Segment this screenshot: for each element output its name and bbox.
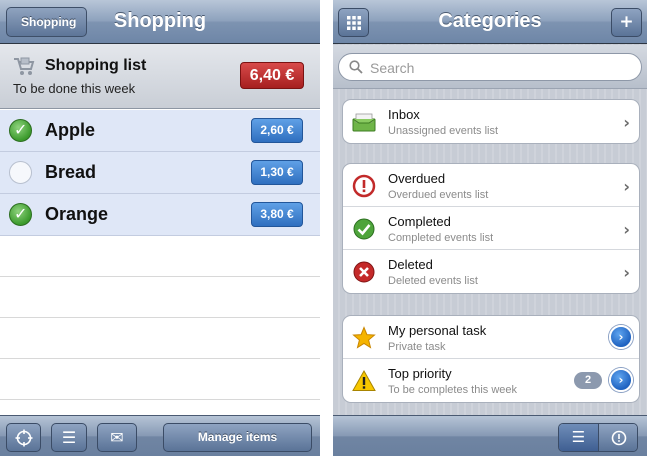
cart-icon — [14, 57, 35, 75]
item-name: Orange — [45, 204, 109, 224]
category-subtitle: Unassigned events list — [388, 125, 499, 137]
categories-screen: Categories + Inbox — [333, 0, 647, 456]
list-title: Shopping list — [45, 57, 147, 74]
checkmark-icon[interactable] — [9, 203, 32, 226]
overdue-icon — [352, 174, 376, 198]
shopping-screen: Shopping Shopping Shopping list To be do… — [0, 0, 320, 456]
price-badge: 1,30 € — [251, 160, 303, 185]
detail-disclosure-button[interactable]: › — [609, 368, 633, 392]
list-item[interactable]: Orange 3,80 € — [0, 194, 320, 236]
category-row-deleted[interactable]: Deleted Deleted events list › — [343, 250, 639, 293]
category-row-overdued[interactable]: Overdued Overdued events list › — [343, 164, 639, 207]
category-row-personal-task[interactable]: My personal task Private task › — [343, 316, 639, 359]
manage-items-button[interactable]: Manage items — [163, 423, 312, 452]
chevron-right-icon: › — [618, 330, 624, 344]
view-segmented-control: ☰ — [558, 423, 638, 452]
empty-row — [0, 359, 320, 400]
chevron-right-icon: › — [623, 220, 630, 239]
manage-items-label: Manage items — [197, 430, 278, 444]
list-item[interactable]: Bread 1,30 € — [0, 152, 320, 194]
screen-divider — [320, 0, 333, 456]
category-group-status: Overdued Overdued events list › Complete… — [342, 163, 640, 294]
category-title: Overdued — [388, 171, 446, 186]
chevron-right-icon: › — [618, 373, 624, 387]
crosshair-button[interactable] — [6, 423, 41, 452]
categories-navbar: Categories + — [333, 0, 647, 44]
bottom-toolbar: ☰ ✉ Manage items — [0, 415, 320, 456]
list-subtitle: To be done this week — [13, 81, 136, 96]
list-view-segment[interactable]: ☰ — [559, 424, 599, 451]
list-view-button[interactable]: ☰ — [51, 423, 87, 452]
empty-row — [0, 236, 320, 277]
search-input[interactable] — [370, 58, 620, 78]
empty-row — [0, 318, 320, 359]
item-name: Apple — [45, 120, 96, 140]
categories-title: Categories — [438, 10, 542, 32]
chevron-right-icon: › — [623, 113, 630, 132]
detail-disclosure-button[interactable]: › — [609, 325, 633, 349]
warning-icon — [352, 369, 376, 391]
mail-button[interactable]: ✉ — [97, 423, 137, 452]
category-title: Deleted — [388, 257, 433, 272]
category-title: Inbox — [388, 107, 420, 122]
star-icon — [352, 326, 376, 349]
categories-toolbar: ☰ — [333, 415, 647, 456]
category-group-custom: My personal task Private task › Top prio… — [342, 315, 640, 403]
chevron-right-icon: › — [623, 263, 630, 282]
category-subtitle: To be completes this week — [388, 384, 518, 396]
chevron-right-icon: › — [623, 177, 630, 196]
alert-view-segment[interactable] — [599, 424, 637, 451]
category-group-inbox: Inbox Unassigned events list › — [342, 99, 640, 144]
empty-checkbox-icon[interactable] — [9, 161, 32, 184]
checkmark-icon[interactable] — [9, 119, 32, 142]
crosshair-icon — [15, 429, 32, 447]
inbox-icon — [352, 113, 376, 132]
list-header[interactable]: Shopping list To be done this week 6,40 … — [0, 44, 320, 109]
search-bar — [333, 45, 647, 89]
page-title: Shopping — [113, 10, 207, 32]
list-icon: ☰ — [61, 428, 77, 447]
add-button[interactable]: + — [611, 8, 642, 37]
deleted-icon — [353, 261, 375, 283]
shopping-navbar: Shopping Shopping — [0, 0, 320, 44]
mail-icon: ✉ — [110, 428, 124, 447]
list-item[interactable]: Apple 2,60 € — [0, 110, 320, 152]
price-badge: 2,60 € — [251, 118, 303, 143]
category-subtitle: Private task — [388, 341, 446, 353]
search-icon — [349, 60, 363, 74]
search-field[interactable] — [338, 53, 642, 81]
category-row-inbox[interactable]: Inbox Unassigned events list › — [343, 100, 639, 143]
price-badge: 3,80 € — [251, 202, 303, 227]
item-name: Bread — [45, 162, 97, 182]
category-title: My personal task — [388, 323, 487, 338]
empty-row — [0, 277, 320, 318]
category-subtitle: Deleted events list — [388, 275, 478, 287]
plus-icon: + — [619, 12, 634, 32]
screenshot-stage: Shopping Shopping Shopping list To be do… — [0, 0, 647, 456]
category-title: Completed — [388, 214, 451, 229]
category-row-completed[interactable]: Completed Completed events list › — [343, 207, 639, 250]
category-subtitle: Completed events list — [388, 232, 494, 244]
category-row-top-priority[interactable]: Top priority To be completes this week 2… — [343, 359, 639, 402]
category-subtitle: Overdued events list — [388, 189, 489, 201]
category-title: Top priority — [388, 366, 452, 381]
alert-icon — [611, 430, 627, 446]
completed-icon — [353, 218, 375, 240]
count-badge: 2 — [574, 372, 602, 389]
list-icon: ☰ — [571, 428, 586, 446]
total-badge: 6,40 € — [240, 62, 304, 89]
